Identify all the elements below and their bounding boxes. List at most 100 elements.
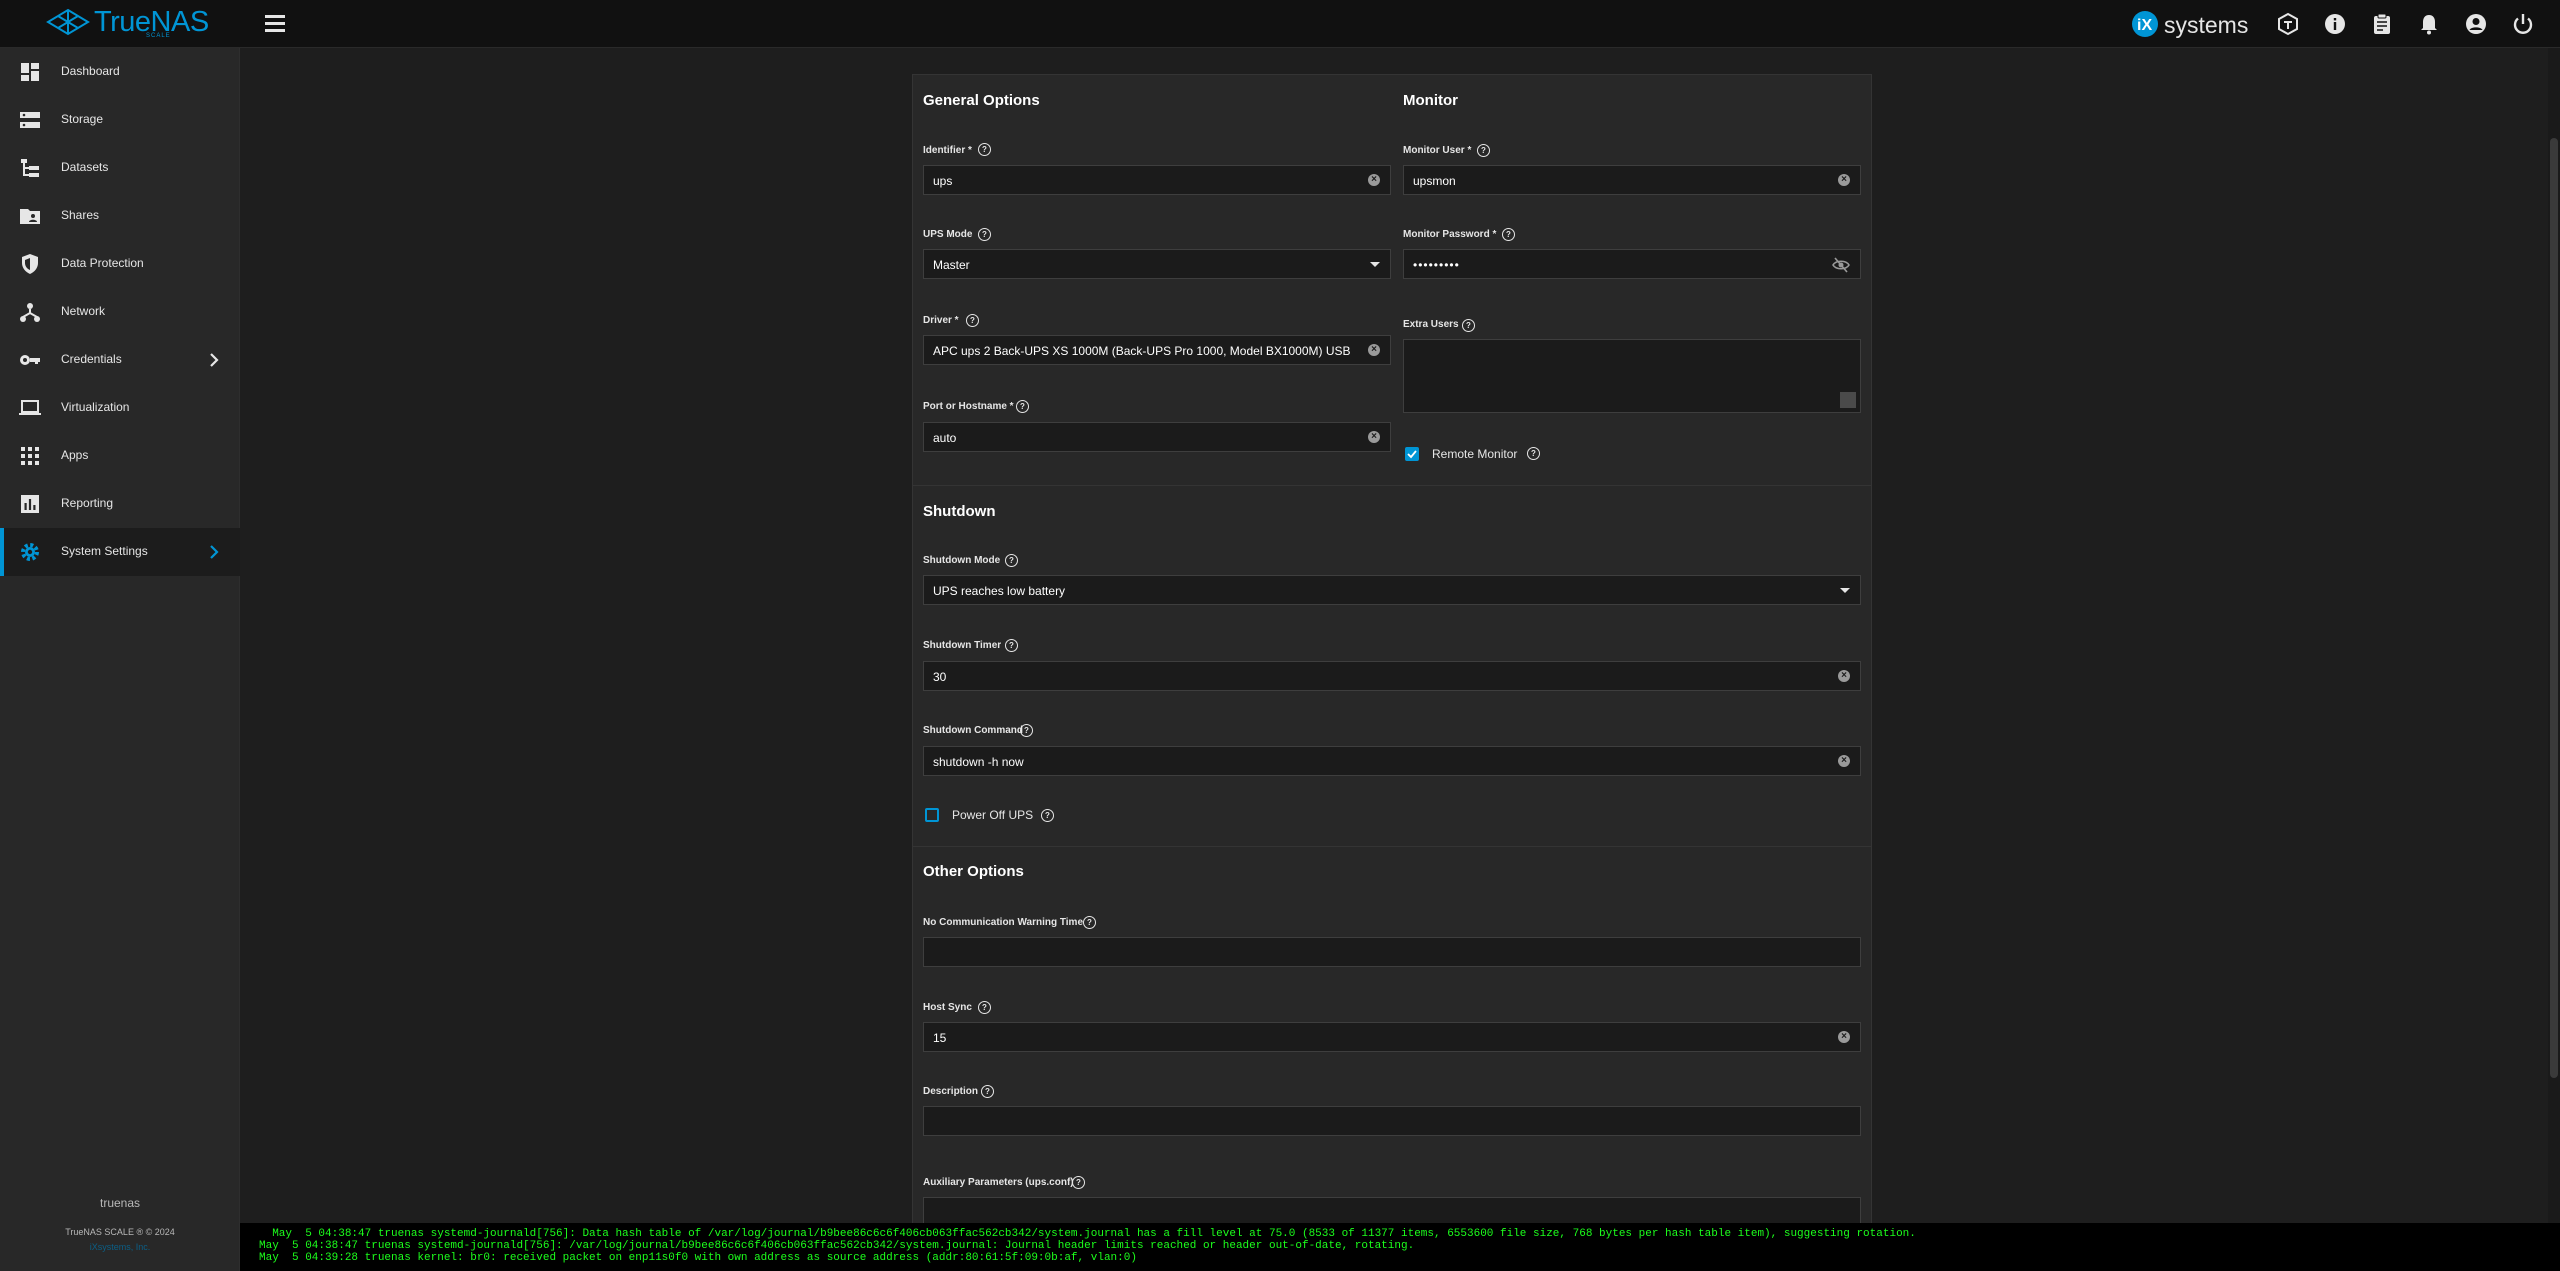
power-off-ups-label[interactable]: Power Off UPS [952,808,1033,822]
console-line: May 5 04:39:28 truenas kernel: br0: rece… [259,1252,1137,1264]
monitor-user-input[interactable]: upsmon × [1403,165,1861,195]
help-icon[interactable]: ? [1041,809,1054,822]
sidebar-item-label: Network [61,304,106,318]
check-icon [1407,450,1417,459]
section-divider [913,485,1871,486]
sidebar-item-storage[interactable]: Storage [0,96,240,144]
shutdown-mode-select[interactable]: UPS reaches low battery [923,575,1861,605]
bell-icon[interactable] [2417,12,2441,36]
driver-label: Driver * [923,315,959,326]
sidebar-item-credentials[interactable]: Credentials [0,336,240,384]
clear-icon[interactable]: × [1838,174,1850,186]
driver-value: APC ups 2 Back-UPS XS 1000M (Back-UPS Pr… [933,344,1353,358]
clear-icon[interactable]: × [1838,1031,1850,1043]
help-icon[interactable]: ? [1020,724,1033,737]
host-sync-input[interactable]: 15 × [923,1022,1861,1052]
sidebar-item-reporting[interactable]: Reporting [0,480,240,528]
help-icon[interactable]: ? [1072,1176,1085,1189]
sidebar-item-label: Data Protection [61,256,144,270]
host-sync-value: 15 [933,1031,947,1045]
ups-settings-form: General Options Identifier * ? ups × UPS… [912,74,1872,1237]
help-icon[interactable]: ? [978,1001,991,1014]
shutdown-timer-input[interactable]: 30 × [923,661,1861,691]
clear-icon[interactable]: × [1368,344,1380,356]
driver-input[interactable]: APC ups 2 Back-UPS XS 1000M (Back-UPS Pr… [923,335,1391,365]
ixsystems-logo[interactable]: iX systems [2130,9,2248,39]
help-icon[interactable]: ? [978,143,991,156]
power-icon[interactable] [2511,12,2535,36]
clear-icon[interactable]: × [1368,431,1380,443]
truecommand-icon[interactable] [2276,12,2300,36]
shutdown-mode-value: UPS reaches low battery [933,584,1066,598]
console-line: May 5 04:38:47 truenas systemd-journald[… [259,1228,1916,1240]
sidebar-item-label: Credentials [61,352,122,366]
account-icon[interactable] [2464,12,2488,36]
svg-text:iX: iX [2137,17,2152,34]
sidebar-item-dashboard[interactable]: Dashboard [0,48,240,96]
description-input[interactable] [923,1106,1861,1136]
power-off-ups-checkbox[interactable] [925,808,939,822]
sidebar-item-label: Shares [61,208,100,222]
port-label: Port or Hostname * [923,401,1014,412]
page-scrollbar[interactable] [2548,48,2560,1223]
ups-mode-label: UPS Mode [923,229,973,240]
info-icon[interactable] [2323,12,2347,36]
top-bar: TrueNAS SCALE iX systems [0,0,2560,48]
aux-params-label: Auxiliary Parameters (ups.conf) [923,1177,1074,1188]
sidebar-item-network[interactable]: Network [0,288,240,336]
sidebar-item-label: Dashboard [61,64,120,78]
help-icon[interactable]: ? [1005,639,1018,652]
monitor-user-value: upsmon [1413,174,1456,188]
shutdown-command-input[interactable]: shutdown -h now × [923,746,1861,776]
truenas-logo[interactable]: TrueNAS SCALE [46,6,209,42]
clear-icon[interactable]: × [1368,174,1380,186]
help-icon[interactable]: ? [1005,554,1018,567]
help-icon[interactable]: ? [1527,447,1540,460]
no-comm-warning-input[interactable] [923,937,1861,967]
dashboard-icon [21,63,39,81]
ups-mode-select[interactable]: Master [923,249,1391,279]
general-options-title: General Options [923,92,1040,109]
extra-users-textarea[interactable] [1403,339,1861,413]
sidebar-item-datasets[interactable]: Datasets [0,144,240,192]
monitor-password-input[interactable]: ••••••••• [1403,249,1861,279]
sidebar-item-shares[interactable]: Shares [0,192,240,240]
dropdown-arrow-icon [1840,588,1850,593]
sidebar-item-label: Reporting [61,496,114,510]
shutdown-command-value: shutdown -h now [933,755,1024,769]
clipboard-icon[interactable] [2370,12,2394,36]
console-log: May 5 04:38:47 truenas systemd-journald[… [240,1223,2560,1271]
sidebar-item-system-settings[interactable]: System Settings [0,528,240,576]
remote-monitor-checkbox[interactable] [1405,447,1419,461]
identifier-input[interactable]: ups × [923,165,1391,195]
vendor-text: systems [2164,12,2249,38]
remote-monitor-label[interactable]: Remote Monitor [1432,447,1517,461]
hamburger-menu-icon[interactable] [262,12,288,36]
monitor-password-label: Monitor Password * [1403,229,1497,240]
help-icon[interactable]: ? [1462,319,1475,332]
dropdown-arrow-icon [1370,262,1380,267]
sidebar-item-apps[interactable]: Apps [0,432,240,480]
help-icon[interactable]: ? [978,228,991,241]
port-input[interactable]: auto × [923,422,1391,452]
section-divider [913,846,1871,847]
sidebar-item-data-protection[interactable]: Data Protection [0,240,240,288]
clear-icon[interactable]: × [1838,670,1850,682]
identifier-label: Identifier * [923,145,972,156]
company-link[interactable]: iXsystems, Inc. [0,1242,240,1252]
help-icon[interactable]: ? [1477,144,1490,157]
shield-icon [22,254,38,274]
apps-grid-icon [21,447,39,465]
clear-icon[interactable]: × [1838,755,1850,767]
help-icon[interactable]: ? [1016,400,1029,413]
sidebar-item-virtualization[interactable]: Virtualization [0,384,240,432]
help-icon[interactable]: ? [1083,916,1096,929]
help-icon[interactable]: ? [981,1085,994,1098]
sidebar-item-label: Apps [61,448,89,462]
help-icon[interactable]: ? [966,314,979,327]
visibility-off-icon[interactable] [1832,257,1850,273]
truenas-logo-icon [46,8,90,36]
version-text: TrueNAS SCALE ® © 2024 [65,1227,175,1237]
help-icon[interactable]: ? [1502,228,1515,241]
resize-handle[interactable] [1840,392,1856,408]
